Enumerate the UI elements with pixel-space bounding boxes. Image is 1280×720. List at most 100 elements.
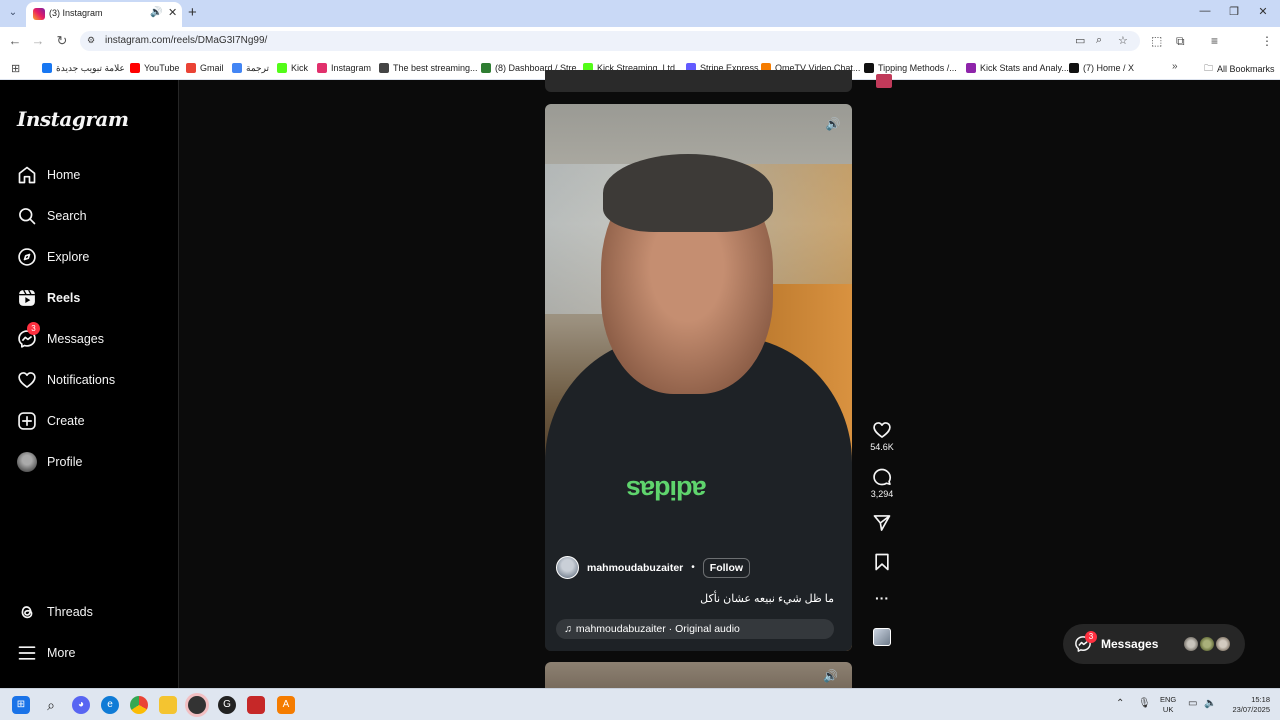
bookmark-label: (7) Home / X bbox=[1083, 63, 1135, 73]
nav-notifications[interactable]: Notifications bbox=[17, 368, 115, 392]
follow-button[interactable]: Follow bbox=[702, 557, 751, 578]
previous-reel[interactable] bbox=[545, 70, 852, 92]
bookmark-label: Instagram bbox=[331, 63, 372, 73]
reel-person-hair bbox=[603, 154, 773, 232]
audio-thumbnail[interactable] bbox=[873, 628, 891, 646]
speaker-icon[interactable]: 🔈 bbox=[1204, 698, 1216, 709]
menu-kebab-icon[interactable]: ⋮ bbox=[1261, 34, 1273, 48]
bookmark-item[interactable]: ترجمة bbox=[232, 61, 269, 75]
nav-threads[interactable]: Threads bbox=[17, 600, 93, 624]
media-control-icon[interactable]: ≡ bbox=[1211, 34, 1218, 48]
puzzle-icon[interactable]: ⧉ bbox=[1176, 34, 1185, 49]
reel-caption[interactable]: ما ظل شيء نبيعه عشان نأكل bbox=[700, 592, 834, 605]
save-button[interactable] bbox=[861, 552, 903, 572]
nav-create[interactable]: Create bbox=[17, 409, 85, 433]
zoom-icon[interactable]: ⌕ bbox=[1096, 34, 1102, 47]
comment-icon bbox=[873, 468, 892, 486]
bookmark-item[interactable]: علامة تبويب جديدة bbox=[42, 61, 125, 75]
music-note-icon: ♫ bbox=[564, 623, 572, 635]
site-info-icon[interactable]: ⚙ bbox=[87, 35, 98, 46]
bookmarks-overflow-icon[interactable]: » bbox=[1172, 61, 1178, 72]
url-text[interactable]: instagram.com/reels/DMaG3I7Ng99/ bbox=[105, 35, 267, 46]
restore-icon[interactable]: ❐ bbox=[1227, 5, 1241, 18]
volume-icon[interactable]: 🔊 bbox=[823, 669, 838, 683]
send-icon bbox=[873, 515, 891, 531]
volume-icon[interactable]: 🔊 bbox=[823, 114, 843, 134]
heart-icon bbox=[873, 422, 891, 438]
like-button[interactable]: 54.6K bbox=[861, 420, 903, 452]
messages-pill-label: Messages bbox=[1101, 637, 1159, 651]
file-explorer-icon[interactable] bbox=[159, 696, 177, 714]
nav-search[interactable]: Search bbox=[17, 204, 87, 228]
back-icon[interactable]: ← bbox=[7, 33, 23, 48]
messages-pill[interactable]: 3 Messages bbox=[1063, 624, 1245, 664]
search-icon[interactable]: ⌕ bbox=[42, 696, 60, 714]
instagram-logo[interactable]: Instagram bbox=[17, 107, 129, 131]
app-red-icon[interactable] bbox=[247, 696, 265, 714]
previous-reel-audio-thumb[interactable] bbox=[876, 74, 892, 88]
reel-video[interactable]: adidas 🔊 mahmoudabuzaiter • Follow ما ظل… bbox=[545, 104, 852, 651]
nav-profile[interactable]: Profile bbox=[17, 450, 82, 474]
nav-messages[interactable]: 3 Messages bbox=[17, 322, 104, 351]
bookmark-item[interactable]: (7) Home / X bbox=[1069, 61, 1134, 75]
input-language[interactable]: ENG UK bbox=[1160, 695, 1176, 715]
bookmark-item[interactable]: Tipping Methods /... bbox=[864, 61, 957, 75]
bookmark-favicon-icon bbox=[232, 63, 242, 73]
discord-icon[interactable]: ◕ bbox=[72, 696, 90, 714]
nav-reels[interactable]: Reels bbox=[17, 286, 80, 310]
bookmark-item[interactable]: Kick Stats and Analy... bbox=[966, 61, 1069, 75]
tab-search-chevron-icon[interactable]: ⌄ bbox=[5, 5, 21, 21]
reel-audio[interactable]: ♫ mahmoudabuzaiter · Original audio bbox=[556, 619, 834, 639]
app-g-icon[interactable]: G bbox=[218, 696, 236, 714]
network-icon[interactable]: ▭ bbox=[1188, 698, 1197, 709]
close-window-icon[interactable]: ✕ bbox=[1256, 5, 1270, 18]
edge-icon[interactable]: e bbox=[101, 696, 119, 714]
compass-icon bbox=[18, 248, 36, 266]
instagram-favicon-icon bbox=[33, 8, 45, 20]
browser-tab[interactable]: (3) Instagram 🔊 ✕ bbox=[26, 2, 182, 27]
contact-avatar bbox=[1199, 636, 1215, 652]
all-bookmarks[interactable]: 🗀 All Bookmarks bbox=[1204, 61, 1275, 77]
minimize-icon[interactable]: — bbox=[1198, 5, 1212, 17]
app-orange-icon[interactable]: A bbox=[277, 696, 295, 714]
forward-icon[interactable]: → bbox=[30, 33, 46, 48]
share-button[interactable] bbox=[861, 513, 903, 533]
new-tab-icon[interactable]: + bbox=[188, 4, 197, 21]
shirt-logo-text: adidas bbox=[627, 475, 707, 505]
bookmark-item[interactable]: Kick bbox=[277, 61, 308, 75]
reel-author-avatar[interactable] bbox=[556, 556, 579, 579]
install-app-icon[interactable]: ▭ bbox=[1075, 34, 1085, 47]
bookmark-star-icon[interactable]: ☆ bbox=[1118, 34, 1128, 47]
windows-start-icon[interactable]: ⊞ bbox=[12, 696, 30, 714]
instagram-app: Instagram Home Search Explore Reels 3 Me… bbox=[0, 70, 1280, 702]
bookmark-item[interactable]: Instagram bbox=[317, 61, 371, 75]
obs-icon[interactable] bbox=[188, 696, 206, 714]
bookmark-label: Gmail bbox=[200, 63, 224, 73]
bookmark-label: Kick Stats and Analy... bbox=[980, 63, 1069, 73]
windows-taskbar: ⊞ ⌕ ◕ e G A ⌃ 🎙 ENG UK ▭ 🔈 15:18 23/07/2… bbox=[0, 688, 1280, 720]
bookmark-item[interactable]: YouTube bbox=[130, 61, 179, 75]
bookmark-label: Kick bbox=[291, 63, 309, 73]
apps-grid-icon[interactable]: ⊞ bbox=[11, 62, 20, 75]
reel-username[interactable]: mahmoudabuzaiter bbox=[587, 562, 683, 574]
nav-more[interactable]: More bbox=[17, 641, 75, 665]
tab-audio-icon[interactable]: 🔊 bbox=[150, 7, 162, 18]
separator-dot: • bbox=[691, 562, 695, 573]
messenger-icon: 3 bbox=[17, 322, 40, 349]
bookmark-item[interactable]: Gmail bbox=[186, 61, 224, 75]
more-options-icon[interactable]: ··· bbox=[861, 590, 903, 606]
nav-home[interactable]: Home bbox=[17, 163, 80, 187]
omnibox[interactable]: ⚙ instagram.com/reels/DMaG3I7Ng99/ ▭ ⌕ ☆ bbox=[80, 31, 1140, 51]
tray-chevron-icon[interactable]: ⌃ bbox=[1116, 698, 1124, 709]
comment-button[interactable]: 3,294 bbox=[861, 467, 903, 499]
extension-icon[interactable]: ⬚ bbox=[1151, 34, 1162, 48]
audio-label: mahmoudabuzaiter · Original audio bbox=[575, 623, 740, 635]
microphone-icon[interactable]: 🎙 bbox=[1138, 698, 1151, 709]
nav-explore[interactable]: Explore bbox=[17, 245, 89, 269]
tab-close-icon[interactable]: ✕ bbox=[168, 6, 177, 19]
bookmark-item[interactable]: The best streaming... bbox=[379, 61, 478, 75]
bookmark-favicon-icon bbox=[379, 63, 389, 73]
system-clock[interactable]: 15:18 23/07/2025 bbox=[1226, 695, 1270, 715]
chrome-icon[interactable] bbox=[130, 696, 148, 714]
reload-icon[interactable]: ↻ bbox=[54, 33, 70, 49]
